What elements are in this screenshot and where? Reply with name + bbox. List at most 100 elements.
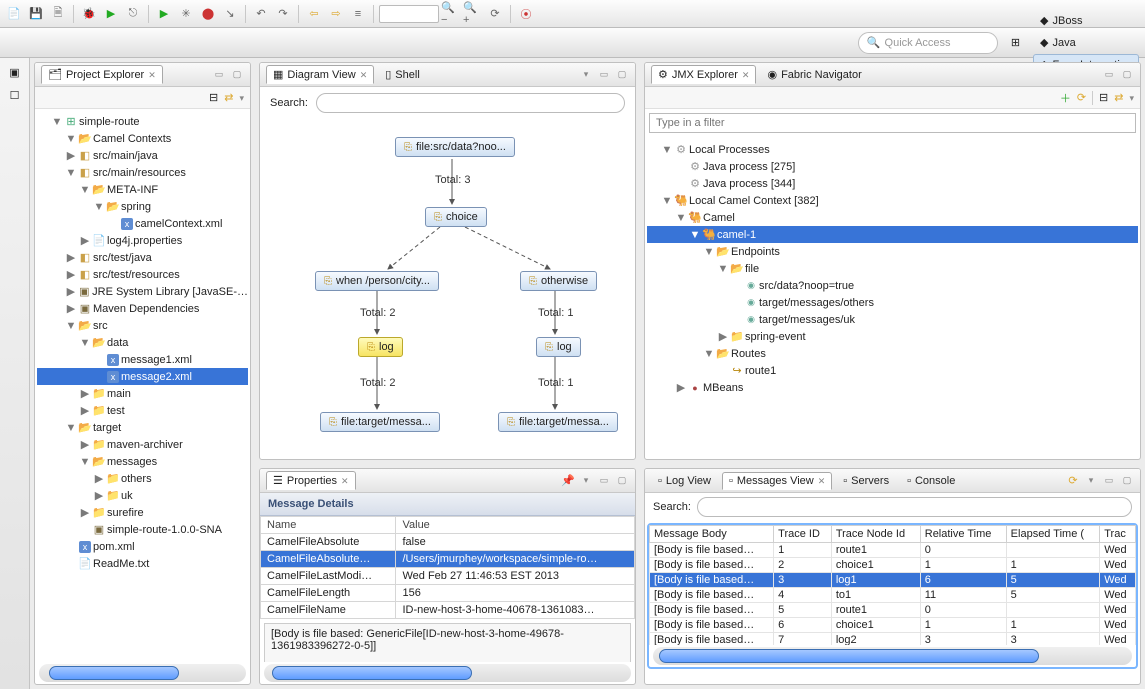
- tree-item[interactable]: ▼Routes: [647, 345, 1138, 362]
- table-row[interactable]: CamelFileAbsolutefalse: [261, 534, 635, 551]
- properties-tab[interactable]: ☰ Properties: [266, 471, 356, 490]
- expand-arrow-icon[interactable]: ▶: [65, 285, 77, 298]
- tree-item[interactable]: ▶others: [37, 470, 248, 487]
- tree-item[interactable]: camelContext.xml: [37, 215, 248, 232]
- zoom-in-icon[interactable]: 🔍+: [463, 4, 483, 24]
- expand-arrow-icon[interactable]: ▶: [675, 381, 687, 394]
- column-header[interactable]: Name: [261, 517, 396, 534]
- minimize-icon[interactable]: [212, 68, 226, 82]
- view-menu-icon[interactable]: [239, 92, 244, 104]
- tree-item[interactable]: pom.xml: [37, 538, 248, 555]
- table-row[interactable]: CamelFileNameID-new-host-3-home-40678-13…: [261, 602, 635, 619]
- table-row[interactable]: [Body is file based…7log233Wed: [650, 633, 1136, 646]
- refresh-icon[interactable]: [1077, 91, 1086, 104]
- tree-item[interactable]: target/messages/uk: [647, 311, 1138, 328]
- refresh-icon[interactable]: ⟳: [485, 4, 505, 24]
- tree-item[interactable]: ▼Camel: [647, 209, 1138, 226]
- minimize-icon[interactable]: [1102, 68, 1116, 82]
- tree-item[interactable]: message2.xml: [37, 368, 248, 385]
- maximize-icon[interactable]: [1120, 68, 1134, 82]
- expand-arrow-icon[interactable]: ▼: [79, 184, 91, 196]
- toolbar-search-input[interactable]: [379, 5, 439, 23]
- min-icon[interactable]: [1102, 474, 1116, 488]
- tree-item[interactable]: ▶surefire: [37, 504, 248, 521]
- node-log-right[interactable]: log: [536, 337, 581, 357]
- expand-arrow-icon[interactable]: ▶: [65, 149, 77, 162]
- link-icon[interactable]: ⇄: [1114, 91, 1123, 104]
- project-explorer-tab[interactable]: 🗂 Project Explorer: [41, 65, 163, 84]
- node-otherwise[interactable]: otherwise: [520, 271, 597, 291]
- perspective-java[interactable]: ◆ Java: [1033, 32, 1139, 54]
- close-icon[interactable]: [148, 69, 156, 81]
- diagram-view-tab[interactable]: ▦ Diagram View: [266, 65, 374, 84]
- node-file-target-right[interactable]: file:target/messa...: [498, 412, 618, 432]
- back-icon[interactable]: ⇦: [304, 4, 324, 24]
- table-row[interactable]: [Body is file based…6choice111Wed: [650, 618, 1136, 633]
- tree-item[interactable]: ▼Local Camel Context [382]: [647, 192, 1138, 209]
- maximize-icon[interactable]: [615, 68, 629, 82]
- save-all-icon[interactable]: 🗎: [48, 4, 68, 24]
- expand-arrow-icon[interactable]: ▼: [65, 167, 77, 179]
- tree-item[interactable]: ▶maven-archiver: [37, 436, 248, 453]
- task-icon[interactable]: ☐: [10, 89, 20, 102]
- expand-arrow-icon[interactable]: ▼: [661, 195, 673, 207]
- save-icon[interactable]: 💾: [26, 4, 46, 24]
- expand-arrow-icon[interactable]: ▼: [79, 337, 91, 349]
- node-file-target-left[interactable]: file:target/messa...: [320, 412, 440, 432]
- expand-arrow-icon[interactable]: ▶: [79, 387, 91, 400]
- quick-access-input[interactable]: 🔍 Quick Access: [858, 32, 998, 54]
- table-row[interactable]: CamelFileLastModi…Wed Feb 27 11:46:53 ES…: [261, 568, 635, 585]
- expand-arrow-icon[interactable]: ▼: [703, 246, 715, 258]
- expand-arrow-icon[interactable]: ▼: [661, 144, 673, 156]
- link-editor-icon[interactable]: ⇄: [224, 91, 233, 104]
- run-icon[interactable]: ▶: [101, 4, 121, 24]
- tree-item[interactable]: ▼src/main/resources: [37, 164, 248, 181]
- shell-tab[interactable]: ▯ Shell: [378, 65, 427, 84]
- expand-arrow-icon[interactable]: ▶: [717, 330, 729, 343]
- node-choice[interactable]: choice: [425, 207, 487, 227]
- table-row[interactable]: CamelFileLength156: [261, 585, 635, 602]
- tree-item[interactable]: ▶uk: [37, 487, 248, 504]
- table-row[interactable]: [Body is file based…5route10Wed: [650, 603, 1136, 618]
- tree-item[interactable]: ▼Local Processes: [647, 141, 1138, 158]
- zoom-out-icon[interactable]: 🔍−: [441, 4, 461, 24]
- tab-log-view[interactable]: ▫Log View: [651, 472, 718, 490]
- play-icon[interactable]: ▶: [154, 4, 174, 24]
- fwd-icon[interactable]: ⇨: [326, 4, 346, 24]
- redo-icon[interactable]: ↷: [273, 4, 293, 24]
- tree-item[interactable]: ▼simple-route: [37, 113, 248, 130]
- maximize-icon[interactable]: [615, 474, 629, 488]
- tree-item[interactable]: ▶main: [37, 385, 248, 402]
- expand-arrow-icon[interactable]: ▶: [65, 268, 77, 281]
- menu-icon[interactable]: [1084, 474, 1098, 488]
- expand-arrow-icon[interactable]: ▼: [65, 422, 77, 434]
- tree-item[interactable]: ▶src/test/resources: [37, 266, 248, 283]
- fabric-navigator-tab[interactable]: ◉ Fabric Navigator: [760, 65, 868, 84]
- expand-arrow-icon[interactable]: ▼: [79, 456, 91, 468]
- minimize-icon[interactable]: [597, 68, 611, 82]
- view-menu-icon[interactable]: [579, 68, 593, 82]
- tab-servers[interactable]: ▫Servers: [836, 472, 896, 490]
- diagram-canvas[interactable]: file:src/data?noo... Total: 3 choice whe…: [260, 119, 635, 459]
- tree-item[interactable]: ▶MBeans: [647, 379, 1138, 396]
- tree-item[interactable]: ▶Maven Dependencies: [37, 300, 248, 317]
- tree-item[interactable]: Java process [344]: [647, 175, 1138, 192]
- tree-item[interactable]: ▼Camel Contexts: [37, 130, 248, 147]
- debug-icon[interactable]: 🐞: [79, 4, 99, 24]
- expand-arrow-icon[interactable]: ▼: [703, 348, 715, 360]
- jmx-filter-input[interactable]: [649, 113, 1136, 133]
- scrollbar-horizontal[interactable]: [39, 664, 246, 682]
- expand-arrow-icon[interactable]: ▼: [65, 320, 77, 332]
- tree-item[interactable]: ▼messages: [37, 453, 248, 470]
- expand-arrow-icon[interactable]: ▶: [79, 234, 91, 247]
- view-menu-icon[interactable]: [1129, 92, 1134, 104]
- tree-item[interactable]: ▼Endpoints: [647, 243, 1138, 260]
- tree-item[interactable]: target/messages/others: [647, 294, 1138, 311]
- properties-table[interactable]: NameValue CamelFileAbsolutefalse CamelFil…: [260, 516, 635, 619]
- column-header[interactable]: Value: [396, 517, 635, 534]
- table-row[interactable]: [Body is file based…4to1115Wed: [650, 588, 1136, 603]
- expand-arrow-icon[interactable]: ▼: [51, 116, 63, 128]
- node-file-source[interactable]: file:src/data?noo...: [395, 137, 515, 157]
- expand-arrow-icon[interactable]: ▼: [675, 212, 687, 224]
- scrollbar-horizontal[interactable]: [264, 664, 631, 682]
